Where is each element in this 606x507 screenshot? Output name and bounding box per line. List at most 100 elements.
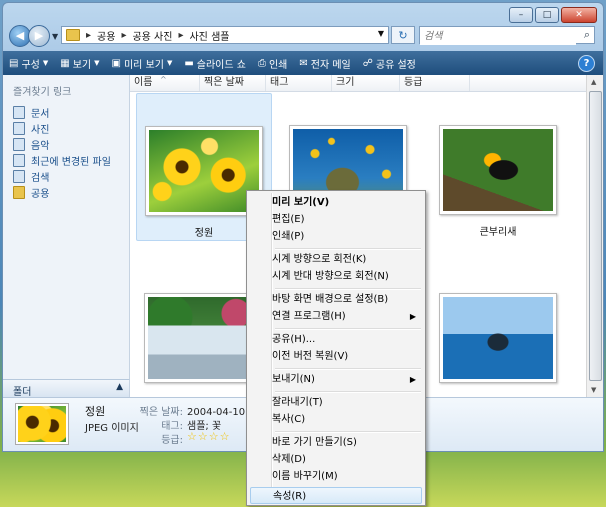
thumbnail <box>439 125 557 215</box>
minimize-button[interactable]: – <box>509 7 533 23</box>
breadcrumb-separator[interactable]: ▸ <box>121 30 126 41</box>
list-item[interactable]: 큰부리새 <box>431 93 565 239</box>
menu-separator <box>275 248 421 250</box>
maximize-button[interactable]: □ <box>535 7 559 23</box>
recent-pages-dropdown[interactable]: ▼ <box>52 32 58 41</box>
chevron-down-icon: ▼ <box>94 59 100 67</box>
close-button[interactable]: ✕ <box>561 7 597 23</box>
item-caption: 큰부리새 <box>479 227 517 238</box>
navigation-buttons: ◀ ▶ ▼ <box>9 25 58 47</box>
menu-item-properties[interactable]: 속성(R) <box>250 487 422 504</box>
organize-icon: ▤ <box>9 57 19 69</box>
breadcrumb-sample-pictures[interactable]: 사진 샘플 <box>189 28 229 43</box>
link-music[interactable]: 음악 <box>3 136 129 152</box>
share-button[interactable]: ☍ 공유 설정 <box>357 51 422 75</box>
breadcrumb-separator[interactable]: ▸ <box>178 30 183 41</box>
breadcrumb-public[interactable]: 공용 <box>97 28 115 43</box>
mail-icon: ✉ <box>299 57 308 69</box>
scroll-down-arrow-icon[interactable]: ▼ <box>591 386 596 394</box>
menu-item-set-desktop-background[interactable]: 바탕 화면 배경으로 설정(B) <box>250 291 422 308</box>
search-icon[interactable]: ⌕ <box>584 28 590 42</box>
context-menu: 미리 보기(V) 편집(E) 인쇄(P) 시계 방향으로 회전(K) 시계 반대… <box>246 190 426 506</box>
menu-separator <box>275 391 421 393</box>
menu-item-preview[interactable]: 미리 보기(V) <box>250 194 422 211</box>
details-file-name: 정원 <box>85 405 106 418</box>
link-searches[interactable]: 검색 <box>3 168 129 184</box>
views-button[interactable]: ▦ 보기 ▼ <box>54 51 105 75</box>
address-bar[interactable]: ▸ 공용 ▸ 공용 사진 ▸ 사진 샘플 ▼ <box>61 26 389 44</box>
menu-separator <box>275 288 421 290</box>
print-button[interactable]: ⎙ 인쇄 <box>252 51 293 75</box>
vertical-scrollbar[interactable]: ▲ ▼ <box>586 75 603 397</box>
forward-button[interactable]: ▶ <box>28 25 50 47</box>
link-public[interactable]: 공용 <box>3 184 129 200</box>
menu-item-delete[interactable]: 삭제(D) <box>250 451 422 468</box>
rating-label: 등급: <box>161 435 183 446</box>
menu-item-rotate-counterclockwise[interactable]: 시계 반대 방향으로 회전(N) <box>250 268 422 285</box>
list-item[interactable] <box>431 277 565 397</box>
link-documents[interactable]: 문서 <box>3 104 129 120</box>
menu-item-edit[interactable]: 편집(E) <box>250 211 422 228</box>
date-taken-label: 찍은 날짜: <box>139 407 183 418</box>
menu-item-create-shortcut[interactable]: 바로 가기 만들기(S) <box>250 434 422 451</box>
printer-icon: ⎙ <box>257 57 266 69</box>
search-folder-icon <box>13 169 25 183</box>
scroll-thumb[interactable] <box>589 91 602 381</box>
link-pictures[interactable]: 사진 <box>3 120 129 136</box>
photo-waterfall <box>148 297 258 379</box>
star-icon[interactable]: ☆ <box>209 430 220 443</box>
folders-toggle[interactable]: 폴더 ▲ <box>3 379 130 398</box>
column-rating[interactable]: 등급 <box>400 75 470 91</box>
organize-button[interactable]: ▤ 구성 ▼ <box>3 51 54 75</box>
chevron-up-icon: ▲ <box>116 382 123 392</box>
email-button[interactable]: ✉ 전자 메일 <box>293 51 356 75</box>
menu-item-print[interactable]: 인쇄(P) <box>250 228 422 245</box>
rating-stars[interactable]: ☆☆☆☆ <box>187 430 231 443</box>
help-icon[interactable]: ? <box>578 55 595 72</box>
star-icon[interactable]: ☆ <box>220 430 231 443</box>
music-icon <box>13 137 25 151</box>
menu-item-cut[interactable]: 잘라내기(T) <box>250 394 422 411</box>
scroll-up-arrow-icon[interactable]: ▲ <box>591 78 596 86</box>
column-size[interactable]: 크기 <box>332 75 400 91</box>
column-headers: 이름 ^ 찍은 날짜 태그 크기 등급 <box>130 75 586 92</box>
photo-garden <box>18 406 66 442</box>
details-file-type: JPEG 이미지 <box>85 423 139 434</box>
chevron-down-icon: ▼ <box>42 59 49 67</box>
submenu-arrow-icon: ▶ <box>409 375 416 384</box>
breadcrumb-separator[interactable]: ▸ <box>86 30 91 41</box>
submenu-arrow-icon: ▶ <box>409 312 416 321</box>
documents-icon <box>13 105 25 119</box>
photo-toucan <box>443 129 553 211</box>
share-icon: ☍ <box>362 57 373 69</box>
link-recently-changed[interactable]: 최근에 변경된 파일 <box>3 152 129 168</box>
menu-item-open-with[interactable]: 연결 프로그램(H) ▶ <box>250 308 422 325</box>
chevron-down-icon: ▼ <box>166 59 173 67</box>
column-date-taken[interactable]: 찍은 날짜 <box>200 75 266 91</box>
refresh-button[interactable]: ↻ <box>391 26 415 44</box>
folder-icon <box>13 185 25 199</box>
slideshow-icon: ▬ <box>184 57 194 69</box>
search-input[interactable] <box>420 27 576 45</box>
menu-item-share[interactable]: 공유(H)... <box>250 331 422 348</box>
column-name[interactable]: 이름 ^ <box>130 75 200 91</box>
menu-item-copy[interactable]: 복사(C) <box>250 411 422 428</box>
menu-separator <box>275 368 421 370</box>
column-tags[interactable]: 태그 <box>266 75 332 91</box>
caption-buttons: – □ ✕ <box>509 7 597 23</box>
pictures-icon <box>13 121 25 135</box>
menu-item-restore-previous-versions[interactable]: 이전 버전 복원(V) <box>250 348 422 365</box>
slideshow-button[interactable]: ▬ 슬라이드 쇼 <box>178 51 252 75</box>
photo-whale <box>443 297 553 379</box>
chevron-down-icon[interactable]: ▼ <box>378 29 384 38</box>
favorite-links-title: 즐겨찾기 링크 <box>13 87 72 98</box>
breadcrumb-public-pictures[interactable]: 공용 사진 <box>132 28 172 43</box>
menu-item-rotate-clockwise[interactable]: 시계 방향으로 회전(K) <box>250 251 422 268</box>
menu-separator <box>275 431 421 433</box>
photo-garden <box>149 130 259 212</box>
star-icon[interactable]: ☆ <box>198 430 209 443</box>
preview-button[interactable]: ▣ 미리 보기 ▼ <box>106 51 179 75</box>
star-icon[interactable]: ☆ <box>187 430 198 443</box>
menu-item-send-to[interactable]: 보내기(N) ▶ <box>250 371 422 388</box>
menu-item-rename[interactable]: 이름 바꾸기(M) <box>250 468 422 485</box>
